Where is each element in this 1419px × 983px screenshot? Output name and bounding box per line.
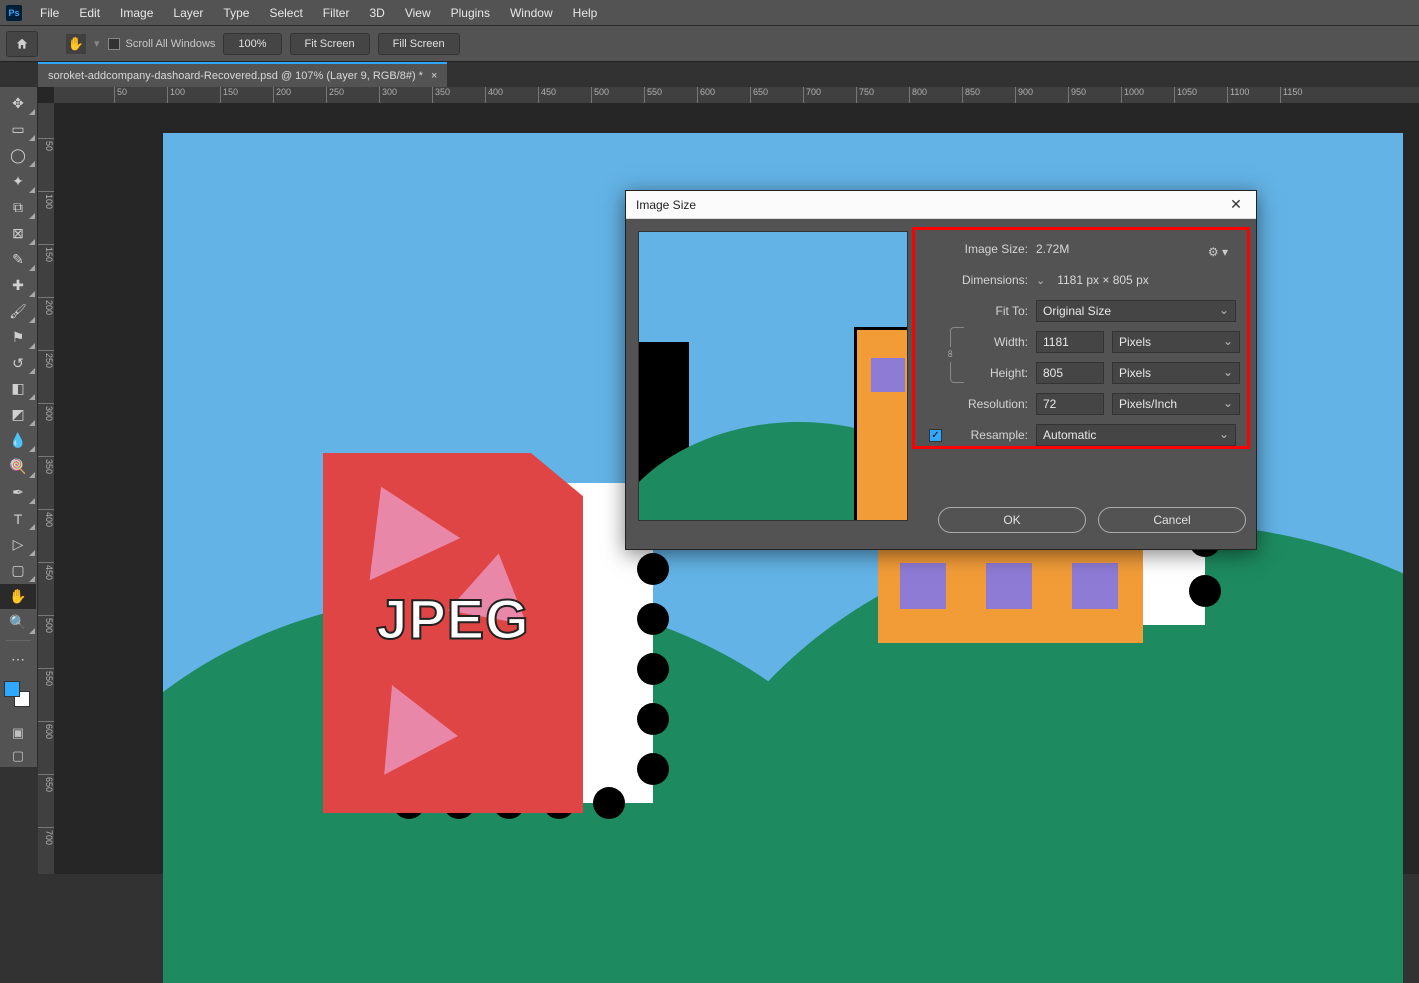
dodge-tool[interactable]: 🍭: [0, 454, 36, 479]
menu-3d[interactable]: 3D: [361, 2, 392, 24]
menu-help[interactable]: Help: [565, 2, 606, 24]
zoom-level-button[interactable]: 100%: [223, 33, 281, 55]
dimensions-label: Dimensions:: [920, 273, 1028, 287]
menu-view[interactable]: View: [397, 2, 439, 24]
menu-edit[interactable]: Edit: [71, 2, 108, 24]
card-jpeg: JPEG: [323, 453, 583, 813]
resample-checkbox[interactable]: ✓: [929, 429, 942, 442]
image-size-label: Image Size:: [920, 242, 1028, 256]
eraser-tool[interactable]: ◧: [0, 376, 36, 401]
home-icon: [15, 37, 29, 51]
blur-tool[interactable]: 💧: [0, 428, 36, 453]
toolbox: ✥ ▭ ◯ ✦ ⧉ ⊠ ✎ ✚ 🖌 ⚑ ↺ ◧ ◩ 💧 🍭 ✒ T ▷ ▢ ✋ …: [0, 87, 38, 767]
more-tools[interactable]: ⋯: [0, 647, 36, 672]
pen-tool[interactable]: ✒: [0, 480, 36, 505]
home-button[interactable]: [6, 31, 38, 57]
type-tool[interactable]: T: [0, 506, 36, 531]
close-tab-icon[interactable]: ×: [431, 70, 437, 82]
dimensions-value: 1181 px × 805 px: [1057, 273, 1149, 287]
zoom-tool[interactable]: 🔍: [0, 610, 36, 635]
gradient-tool[interactable]: ◩: [0, 402, 36, 427]
scroll-all-checkbox[interactable]: Scroll All Windows: [108, 38, 216, 50]
menu-image[interactable]: Image: [112, 2, 161, 24]
checkbox-icon: [108, 38, 120, 50]
menu-type[interactable]: Type: [215, 2, 257, 24]
image-size-dialog: Image Size ✕ ⚙ ▾ Image Size: 2.72M Dimen…: [625, 190, 1257, 550]
ps-logo: Ps: [6, 5, 22, 21]
resolution-unit-select[interactable]: Pixels/Inch: [1112, 393, 1240, 415]
resample-label: Resample:: [950, 428, 1028, 442]
ruler-horizontal: 5010015020025030035040045050055060065070…: [54, 87, 1419, 103]
preview-thumbnail: [638, 231, 908, 521]
triangle-icon: [384, 685, 462, 781]
marquee-tool[interactable]: ▭: [0, 117, 36, 142]
image-size-value: 2.72M: [1036, 242, 1069, 256]
dialog-title: Image Size: [636, 198, 696, 212]
ok-button[interactable]: OK: [938, 507, 1086, 533]
menu-window[interactable]: Window: [502, 2, 561, 24]
fill-screen-button[interactable]: Fill Screen: [378, 33, 460, 55]
hand-tool-icon: ✋: [66, 34, 86, 54]
rectangle-tool[interactable]: ▢: [0, 558, 36, 583]
menubar: Ps File Edit Image Layer Type Select Fil…: [0, 0, 1419, 25]
close-button[interactable]: ✕: [1226, 196, 1246, 213]
scroll-all-label: Scroll All Windows: [126, 38, 216, 50]
path-select-tool[interactable]: ▷: [0, 532, 36, 557]
hand-tool[interactable]: ✋: [0, 584, 36, 609]
options-bar: ✋ ▾ Scroll All Windows 100% Fit Screen F…: [0, 25, 1419, 61]
resample-select[interactable]: Automatic: [1036, 424, 1236, 446]
document-tabstrip: soroket-addcompany-dashoard-Recovered.ps…: [0, 61, 1419, 87]
dialog-titlebar[interactable]: Image Size ✕: [626, 191, 1256, 219]
menu-file[interactable]: File: [32, 2, 67, 24]
stamp-tool[interactable]: ⚑: [0, 325, 36, 350]
menu-filter[interactable]: Filter: [315, 2, 358, 24]
fit-to-select[interactable]: Original Size: [1036, 300, 1236, 322]
triangle-icon: [336, 466, 460, 581]
frame-tool[interactable]: ⊠: [0, 221, 36, 246]
crop-tool[interactable]: ⧉: [0, 195, 36, 220]
brush-tool[interactable]: 🖌: [0, 299, 36, 324]
chevron-down-icon[interactable]: ⌄: [1036, 274, 1045, 287]
foreground-color[interactable]: [4, 681, 20, 697]
resolution-input[interactable]: [1036, 393, 1104, 415]
document-tab[interactable]: soroket-addcompany-dashoard-Recovered.ps…: [38, 62, 447, 87]
link-icon[interactable]: 𝟾: [945, 347, 955, 362]
screen-mode-button[interactable]: ▢: [0, 745, 36, 767]
height-unit-select[interactable]: Pixels: [1112, 362, 1240, 384]
jpeg-label: JPEG: [376, 586, 529, 651]
fit-to-label: Fit To:: [920, 304, 1028, 318]
ruler-vertical: 5010015020025030035040045050055060065070…: [38, 103, 54, 874]
width-input[interactable]: [1036, 331, 1104, 353]
healing-tool[interactable]: ✚: [0, 273, 36, 298]
menu-plugins[interactable]: Plugins: [443, 2, 498, 24]
menu-select[interactable]: Select: [261, 2, 310, 24]
history-brush-tool[interactable]: ↺: [0, 351, 36, 376]
fit-screen-button[interactable]: Fit Screen: [290, 33, 370, 55]
quickmask-button[interactable]: ▣: [0, 722, 36, 744]
resolution-label: Resolution:: [920, 397, 1028, 411]
move-tool[interactable]: ✥: [0, 91, 36, 116]
lasso-tool[interactable]: ◯: [0, 143, 36, 168]
width-unit-select[interactable]: Pixels: [1112, 331, 1240, 353]
document-tab-title: soroket-addcompany-dashoard-Recovered.ps…: [48, 70, 423, 82]
cancel-button[interactable]: Cancel: [1098, 507, 1246, 533]
height-input[interactable]: [1036, 362, 1104, 384]
menu-layer[interactable]: Layer: [165, 2, 211, 24]
gear-icon[interactable]: ⚙ ▾: [1208, 245, 1228, 259]
controls-panel: ⚙ ▾ Image Size: 2.72M Dimensions: ⌄ 1181…: [920, 231, 1244, 537]
color-swatches[interactable]: [0, 673, 38, 721]
quick-select-tool[interactable]: ✦: [0, 169, 36, 194]
eyedropper-tool[interactable]: ✎: [0, 247, 36, 272]
